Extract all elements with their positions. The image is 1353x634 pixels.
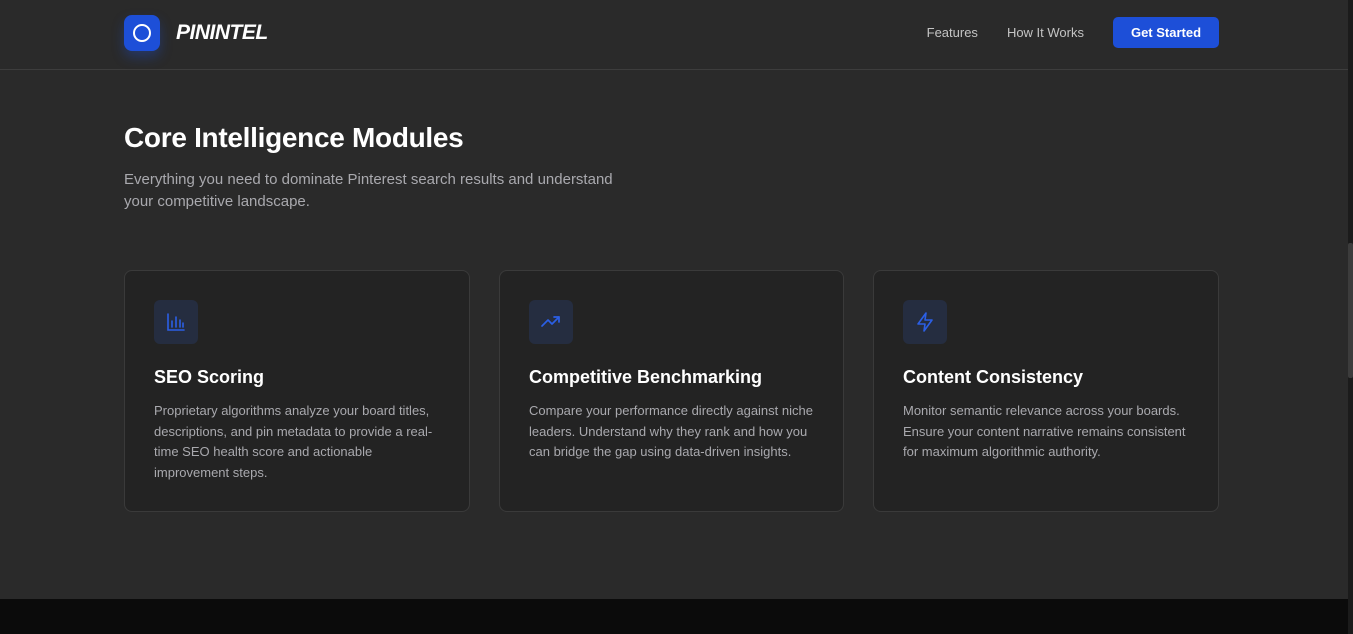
logo-icon (124, 15, 160, 51)
lightning-icon (903, 300, 947, 344)
nav-links: Features How It Works Get Started (927, 17, 1219, 48)
card-description: Monitor semantic relevance across your b… (903, 403, 1186, 459)
bar-chart-icon (154, 300, 198, 344)
section-subtitle: Everything you need to dominate Pinteres… (124, 171, 613, 210)
nav-link-features[interactable]: Features (927, 25, 978, 40)
card-competitive-benchmarking: Competitive Benchmarking Compare your pe… (499, 270, 844, 512)
brand[interactable]: PININTEL (124, 15, 268, 51)
card-description: Proprietary algorithms analyze your boar… (154, 403, 433, 480)
card-title: Competitive Benchmarking (529, 367, 763, 387)
card-title: SEO Scoring (154, 367, 265, 387)
scrollbar-thumb[interactable] (1348, 243, 1353, 378)
top-nav: PININTEL Features How It Works Get Start… (0, 0, 1348, 70)
card-seo-scoring: SEO Scoring Proprietary algorithms analy… (124, 270, 470, 512)
scrollbar[interactable] (1348, 0, 1353, 634)
card-description: Compare your performance directly agains… (529, 403, 813, 459)
brand-name: PININTEL (176, 21, 268, 44)
card-title: Content Consistency (903, 367, 1084, 387)
page: PININTEL Features How It Works Get Start… (0, 0, 1348, 599)
footer-band (0, 599, 1348, 634)
trending-up-icon (529, 300, 573, 344)
nav-link-how-it-works[interactable]: How It Works (1007, 25, 1084, 40)
card-content-consistency: Content Consistency Monitor semantic rel… (873, 270, 1219, 512)
get-started-button[interactable]: Get Started (1113, 17, 1219, 48)
section-title: Core Intelligence Modules (124, 122, 464, 153)
